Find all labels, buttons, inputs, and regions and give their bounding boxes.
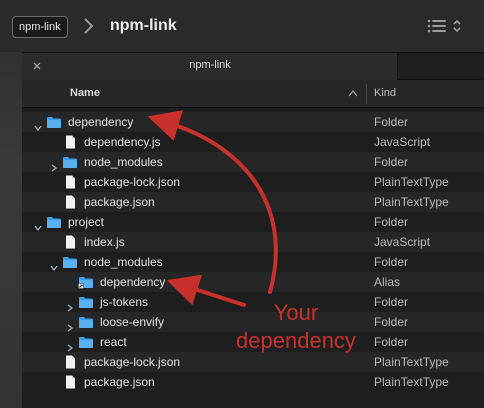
file-icon — [62, 175, 78, 189]
chevron-right-icon[interactable] — [66, 298, 74, 312]
file-kind: JavaScript — [374, 135, 431, 149]
chevron-right-icon[interactable] — [50, 158, 58, 172]
file-kind: PlainTextType — [374, 195, 449, 209]
file-name: dependency.js — [84, 135, 161, 149]
folder-icon — [78, 335, 94, 349]
annotation-label-line1: Your — [273, 300, 319, 325]
table-row[interactable]: dependency Alias — [22, 272, 484, 292]
list-view-icon[interactable] — [426, 17, 464, 35]
file-icon — [62, 235, 78, 249]
column-header: Name Kind — [22, 80, 484, 108]
table-row[interactable]: dependency.js JavaScript — [22, 132, 484, 152]
desktop-background-strip — [0, 0, 22, 408]
file-kind: Folder — [374, 215, 409, 229]
chevron-right-icon[interactable] — [66, 338, 74, 352]
file-name: index.js — [84, 235, 125, 249]
table-row[interactable]: project Folder — [22, 212, 484, 232]
file-icon — [62, 355, 78, 369]
annotation-label-line2: dependency — [236, 328, 356, 353]
file-kind: JavaScript — [374, 235, 431, 249]
folder-icon — [78, 315, 94, 329]
file-name: loose-envify — [100, 315, 165, 329]
file-name: react — [100, 335, 127, 349]
folder-icon — [78, 295, 94, 309]
table-row[interactable]: dependency Folder — [22, 112, 484, 132]
table-row[interactable]: node_modules Folder — [22, 252, 484, 272]
file-name: project — [68, 215, 105, 229]
file-name: js-tokens — [100, 295, 149, 309]
table-row[interactable]: package.json PlainTextType — [22, 372, 484, 392]
file-kind: Folder — [374, 295, 409, 309]
file-kind: Alias — [374, 275, 401, 289]
chevron-down-icon[interactable] — [34, 218, 42, 232]
file-kind: PlainTextType — [374, 375, 449, 389]
finder-toolbar: npm-link npm-link — [0, 0, 484, 52]
chevron-down-icon[interactable] — [50, 258, 58, 272]
tab-label: npm-link — [189, 59, 231, 71]
window-title: npm-link — [110, 17, 177, 34]
file-kind: PlainTextType — [374, 175, 449, 189]
file-name: package-lock.json — [84, 355, 181, 369]
file-name: node_modules — [84, 255, 163, 269]
alias-folder-icon — [78, 275, 94, 289]
column-divider[interactable] — [366, 84, 367, 104]
path-pill[interactable]: npm-link — [12, 16, 68, 38]
tab-npm-link[interactable]: npm-link — [22, 53, 398, 80]
chevron-right-icon[interactable] — [66, 318, 74, 332]
column-header-kind[interactable]: Kind — [374, 87, 396, 99]
table-row[interactable]: package-lock.json PlainTextType — [22, 172, 484, 192]
chevron-right-icon — [84, 18, 94, 34]
file-icon — [62, 135, 78, 149]
file-kind: Folder — [374, 255, 409, 269]
file-name: package.json — [84, 375, 155, 389]
folder-icon — [62, 255, 78, 269]
table-row[interactable]: package-lock.json PlainTextType — [22, 352, 484, 372]
chevron-down-icon[interactable] — [34, 118, 42, 132]
file-name: dependency — [68, 115, 134, 129]
file-icon — [62, 195, 78, 209]
file-kind: Folder — [374, 115, 409, 129]
folder-icon — [62, 155, 78, 169]
file-name: package-lock.json — [84, 175, 181, 189]
file-kind: Folder — [374, 155, 409, 169]
column-header-name[interactable]: Name — [70, 87, 100, 99]
tab-bar: npm-link — [22, 52, 484, 80]
file-icon — [62, 375, 78, 389]
folder-icon — [46, 215, 62, 229]
folder-icon — [46, 115, 62, 129]
file-name: node_modules — [84, 155, 163, 169]
table-row[interactable]: node_modules Folder — [22, 152, 484, 172]
table-row[interactable]: index.js JavaScript — [22, 232, 484, 252]
file-name: dependency — [100, 275, 166, 289]
file-name: package.json — [84, 195, 155, 209]
file-kind: PlainTextType — [374, 355, 449, 369]
chevron-up-icon[interactable] — [348, 89, 358, 97]
table-row[interactable]: package.json PlainTextType — [22, 192, 484, 212]
